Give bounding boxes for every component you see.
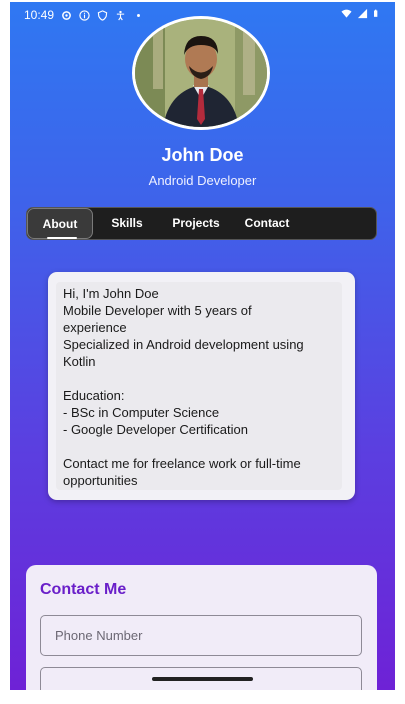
about-line: Kotlin <box>63 354 96 369</box>
tab-about[interactable]: About <box>27 208 93 239</box>
tab-label: Contact <box>244 216 290 230</box>
gesture-home-indicator[interactable] <box>152 677 253 681</box>
about-line: opportunities <box>63 473 138 488</box>
status-time: 10:49 <box>24 8 55 22</box>
second-contact-input[interactable] <box>55 680 345 690</box>
tab-projects[interactable]: Projects <box>161 208 231 239</box>
shield-icon <box>97 9 108 21</box>
tab-label: About <box>42 217 78 231</box>
phone-number-input[interactable] <box>55 628 345 643</box>
tab-bar: About Skills Projects Contact <box>26 207 377 240</box>
about-line: Mobile Developer with 5 years of <box>63 303 252 318</box>
accessibility-icon <box>116 10 125 20</box>
about-line: experience <box>63 320 127 335</box>
status-right <box>341 8 381 19</box>
status-left: 10:49 <box>24 8 144 22</box>
about-line: Education: <box>63 388 125 403</box>
contact-title: Contact Me <box>40 581 127 598</box>
battery-icon <box>374 9 378 17</box>
app-screen: 10:49 John Doe Android Developer About S… <box>10 2 395 690</box>
about-line: Specialized in Android development using <box>63 337 304 352</box>
wifi-icon <box>341 9 352 18</box>
active-tab-indicator <box>47 237 77 239</box>
phone-number-field[interactable] <box>40 615 362 656</box>
about-line: Hi, I'm John Doe <box>63 286 159 301</box>
tab-contact[interactable]: Contact <box>235 208 299 239</box>
tab-label: Skills <box>111 216 143 230</box>
profile-photo-frame <box>132 16 270 130</box>
settings-icon <box>62 10 71 20</box>
info-icon <box>79 9 90 21</box>
profile-role: Android Developer <box>148 173 257 188</box>
signal-icon <box>357 8 368 19</box>
profile-name: John Doe <box>161 145 244 165</box>
dot-icon <box>137 13 140 17</box>
about-line: Contact me for freelance work or full-ti… <box>63 456 301 471</box>
contact-card: Contact Me <box>26 565 377 690</box>
profile-photo[interactable] <box>135 19 267 127</box>
about-line: - BSc in Computer Science <box>63 405 220 420</box>
about-line: - Google Developer Certification <box>63 422 248 437</box>
tab-label: Projects <box>172 216 220 230</box>
about-text-area: Hi, I'm John Doe Mobile Developer with 5… <box>56 282 342 490</box>
profile-photo-illustration <box>135 19 267 127</box>
tab-skills[interactable]: Skills <box>97 208 157 239</box>
about-card: Hi, I'm John Doe Mobile Developer with 5… <box>48 272 355 500</box>
device-frame: 10:49 John Doe Android Developer About S… <box>0 0 405 704</box>
